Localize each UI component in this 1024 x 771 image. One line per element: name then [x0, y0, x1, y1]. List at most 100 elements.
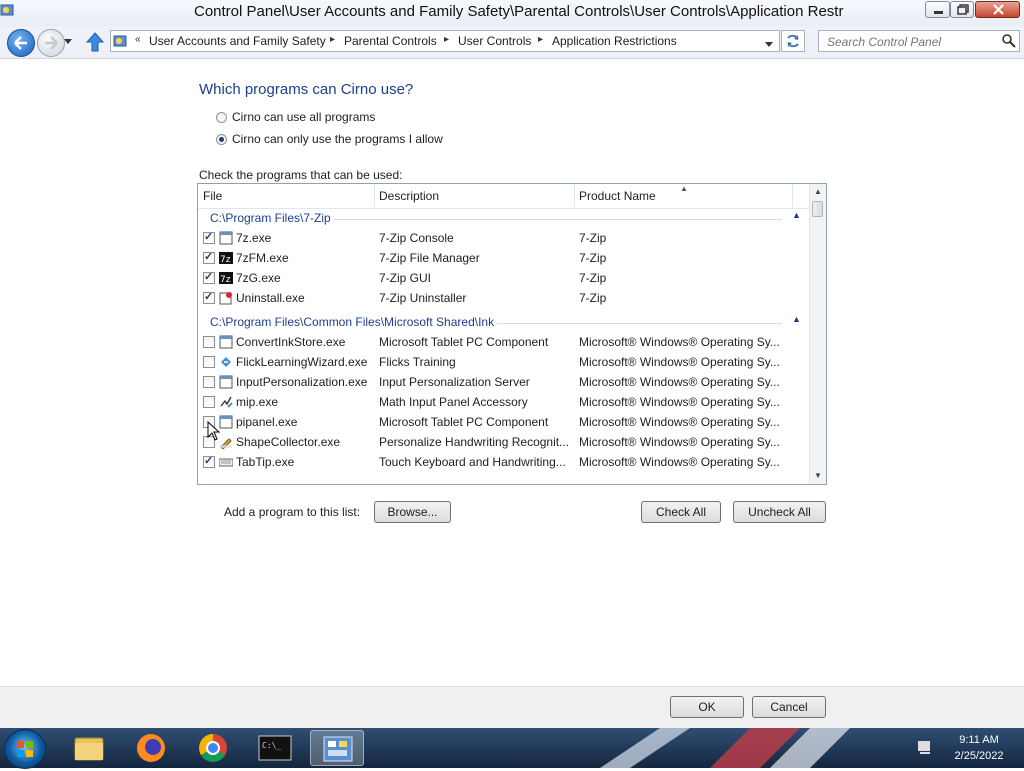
- breadcrumb-separator[interactable]: «: [135, 34, 141, 45]
- recent-pages-dropdown[interactable]: [64, 39, 72, 44]
- console-exe-icon: [219, 375, 233, 389]
- list-item[interactable]: 7z.exe 7-Zip Console 7-Zip: [198, 228, 810, 248]
- up-arrow-icon[interactable]: [86, 32, 104, 52]
- program-checkbox[interactable]: [203, 230, 215, 244]
- scroll-down-icon[interactable]: ▼: [810, 468, 826, 484]
- breadcrumb-separator[interactable]: ▸: [444, 34, 449, 45]
- list-item[interactable]: TabTip.exe Touch Keyboard and Handwritin…: [198, 452, 810, 472]
- list-item[interactable]: ShapeCollector.exe Personalize Handwriti…: [198, 432, 810, 452]
- address-bar[interactable]: « User Accounts and Family Safety ▸ Pare…: [110, 30, 780, 52]
- taskbar-explorer[interactable]: [62, 730, 116, 766]
- collapse-chevron-icon[interactable]: ▲: [792, 314, 801, 324]
- add-program-label: Add a program to this list:: [224, 505, 361, 519]
- file-name: ShapeCollector.exe: [236, 435, 341, 449]
- program-checkbox[interactable]: [203, 356, 215, 368]
- breadcrumb-application-restrictions[interactable]: Application Restrictions: [552, 34, 677, 48]
- taskbar-firefox[interactable]: [124, 730, 178, 766]
- close-icon: [993, 4, 1004, 15]
- close-button[interactable]: [975, 1, 1020, 18]
- scroll-up-icon[interactable]: ▲: [810, 184, 826, 200]
- collapse-chevron-icon[interactable]: ▲: [792, 210, 801, 220]
- vertical-scrollbar[interactable]: ▲ ▼: [809, 184, 826, 484]
- program-checkbox[interactable]: [203, 336, 215, 348]
- window-title: Control Panel\User Accounts and Family S…: [194, 3, 844, 20]
- taskbar-cmd[interactable]: C:\_: [248, 730, 302, 766]
- search-input[interactable]: [825, 33, 999, 51]
- back-button[interactable]: [7, 29, 35, 57]
- list-item[interactable]: pipanel.exe Microsoft Tablet PC Componen…: [198, 412, 810, 432]
- taskbar-control-panel[interactable]: [310, 730, 364, 766]
- forward-button[interactable]: [37, 29, 65, 57]
- breadcrumb-separator[interactable]: ▸: [538, 34, 543, 45]
- breadcrumb-user-accounts[interactable]: User Accounts and Family Safety: [149, 34, 326, 48]
- check-all-button[interactable]: Check All: [641, 501, 721, 523]
- file-description: Math Input Panel Accessory: [379, 395, 528, 409]
- program-checkbox[interactable]: [203, 270, 215, 284]
- file-description: Input Personalization Server: [379, 375, 530, 389]
- start-button[interactable]: [4, 729, 46, 769]
- list-item[interactable]: 7z 7zG.exe 7-Zip GUI 7-Zip: [198, 268, 810, 288]
- column-header-description[interactable]: Description: [374, 184, 575, 207]
- svg-text:7z: 7z: [220, 255, 231, 265]
- file-description: 7-Zip Uninstaller: [379, 291, 467, 305]
- address-history-dropdown[interactable]: [765, 42, 773, 47]
- pen-icon: [220, 438, 232, 449]
- radio-all-programs[interactable]: [216, 112, 227, 123]
- minimize-button[interactable]: [925, 1, 950, 18]
- cancel-button[interactable]: Cancel: [752, 696, 826, 718]
- column-header-file[interactable]: File: [198, 184, 375, 207]
- file-name: 7zG.exe: [236, 271, 281, 285]
- system-clock[interactable]: 9:11 AM 2/25/2022: [944, 732, 1014, 764]
- file-description: 7-Zip File Manager: [379, 251, 480, 265]
- program-checkbox[interactable]: [203, 290, 215, 304]
- radio-all-programs-label[interactable]: Cirno can use all programs: [232, 110, 375, 124]
- list-item[interactable]: 7z 7zFM.exe 7-Zip File Manager 7-Zip: [198, 248, 810, 268]
- list-item[interactable]: mip.exe Math Input Panel Accessory Micro…: [198, 392, 810, 412]
- breadcrumb-parental-controls[interactable]: Parental Controls: [344, 34, 437, 48]
- windows-logo-icon: [17, 741, 33, 757]
- group-path: C:\Program Files\7-Zip: [210, 211, 334, 225]
- arrow-right-icon: [45, 36, 58, 50]
- file-name: 7z.exe: [236, 231, 272, 245]
- file-description: Flicks Training: [379, 355, 456, 369]
- refresh-button[interactable]: [781, 30, 805, 52]
- breadcrumb-user-controls[interactable]: User Controls: [458, 34, 531, 48]
- console-exe-icon: [219, 415, 233, 429]
- program-checkbox[interactable]: [203, 454, 215, 468]
- clock-date: 2/25/2022: [954, 750, 1004, 762]
- list-item[interactable]: ConvertInkStore.exe Microsoft Tablet PC …: [198, 332, 810, 352]
- program-checkbox[interactable]: [203, 396, 215, 408]
- product-name: Microsoft® Windows® Operating Sy...: [579, 395, 780, 409]
- taskbar-chrome[interactable]: [186, 730, 240, 766]
- list-item[interactable]: FlickLearningWizard.exe Flicks Training …: [198, 352, 810, 372]
- minimize-icon: [934, 11, 943, 14]
- list-item[interactable]: InputPersonalization.exe Input Personali…: [198, 372, 810, 392]
- maximize-button[interactable]: [950, 1, 974, 18]
- action-center-icon[interactable]: [916, 738, 934, 756]
- radio-allowed-programs-label[interactable]: Cirno can only use the programs I allow: [232, 132, 443, 146]
- product-name: Microsoft® Windows® Operating Sy...: [579, 375, 780, 389]
- file-name: mip.exe: [236, 395, 279, 409]
- uninstall-icon: [219, 292, 232, 305]
- file-name: 7zFM.exe: [236, 251, 289, 265]
- list-item[interactable]: Uninstall.exe 7-Zip Uninstaller 7-Zip: [198, 288, 810, 308]
- radio-allowed-programs[interactable]: [216, 134, 227, 145]
- program-list[interactable]: File Description Product Name ▲ C:\Progr…: [197, 183, 827, 485]
- program-checkbox[interactable]: [203, 376, 215, 388]
- scroll-thumb[interactable]: [812, 201, 823, 217]
- file-description: 7-Zip GUI: [379, 271, 432, 285]
- ok-button[interactable]: OK: [670, 696, 744, 718]
- group-header-7zip[interactable]: C:\Program Files\7-Zip ▲: [210, 209, 801, 227]
- command-prompt-icon: C:\_: [258, 735, 292, 761]
- breadcrumb-separator[interactable]: ▸: [330, 34, 335, 45]
- group-header-ink[interactable]: C:\Program Files\Common Files\Microsoft …: [210, 313, 801, 331]
- search-icon[interactable]: [1002, 34, 1016, 48]
- product-name: 7-Zip: [579, 291, 607, 305]
- uncheck-all-button[interactable]: Uncheck All: [733, 501, 826, 523]
- 7zip-app-icon: 7z: [219, 252, 233, 265]
- control-panel-icon: [0, 4, 14, 16]
- control-panel-icon: [113, 35, 127, 47]
- program-checkbox[interactable]: [203, 250, 215, 264]
- browse-button[interactable]: Browse...: [374, 501, 451, 523]
- search-box[interactable]: [818, 30, 1020, 52]
